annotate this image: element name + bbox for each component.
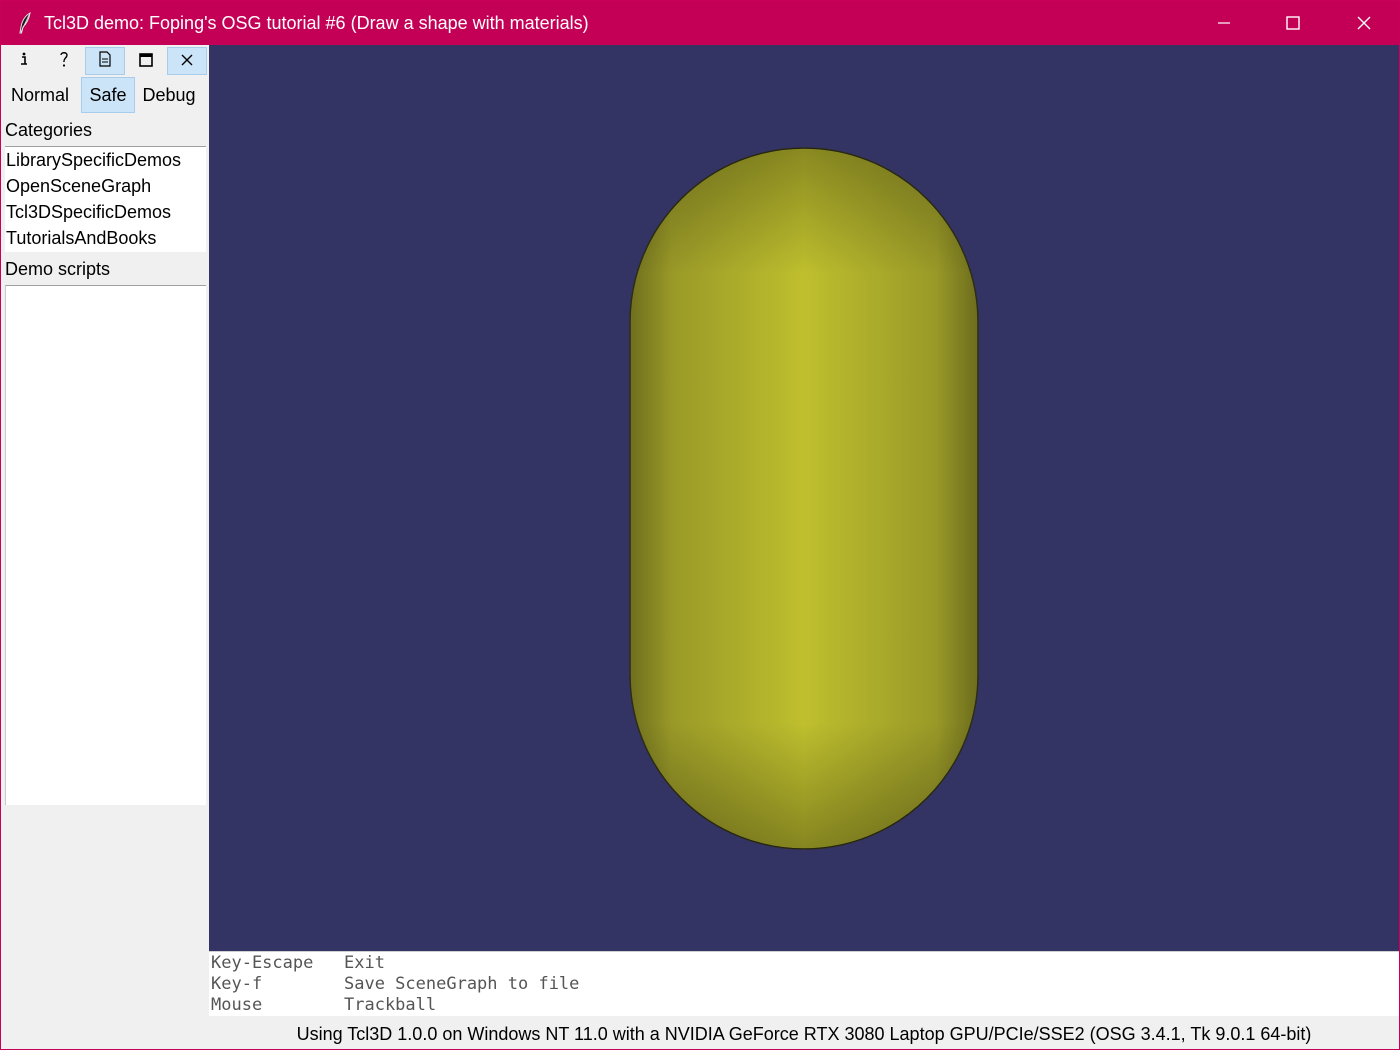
- help-key: Mouse: [211, 995, 263, 1015]
- help-key: Key-Escape: [211, 953, 314, 973]
- document-button[interactable]: [85, 47, 125, 75]
- demo-scripts-label: Demo scripts: [5, 259, 111, 279]
- help-key: Key-f: [211, 974, 263, 994]
- window-button[interactable]: [126, 47, 166, 75]
- status-text: Using Tcl3D 1.0.0 on Windows NT 11.0 wit…: [296, 1023, 1312, 1044]
- help-row: Key-Escape Exit: [211, 953, 1399, 974]
- document-icon: [98, 51, 112, 71]
- close-icon: [180, 52, 194, 71]
- category-item-open-scene-graph[interactable]: OpenSceneGraph: [5, 173, 206, 199]
- demo-scripts-list[interactable]: [5, 285, 206, 805]
- status-bar: Using Tcl3D 1.0.0 on Windows NT 11.0 wit…: [209, 1018, 1399, 1050]
- window-icon: [139, 52, 153, 71]
- icon-toolbar: [4, 47, 208, 75]
- help-action: Trackball: [344, 995, 437, 1015]
- scene-canvas: [629, 147, 979, 850]
- feather-icon: [15, 11, 37, 35]
- category-item-library-specific-demos[interactable]: LibrarySpecificDemos: [5, 147, 206, 173]
- category-item-tcl3d-specific-demos[interactable]: Tcl3DSpecificDemos: [5, 199, 206, 225]
- categories-label: Categories: [5, 120, 93, 140]
- help-row: Mouse Trackball: [211, 995, 1399, 1016]
- mode-normal-button[interactable]: Normal: [5, 77, 75, 113]
- maximize-icon: [1285, 15, 1301, 31]
- mode-selector: Normal Safe Debug: [2, 77, 208, 113]
- info-icon: [18, 51, 30, 71]
- category-item-tutorials-and-books[interactable]: TutorialsAndBooks: [5, 225, 206, 251]
- title-bar[interactable]: Tcl3D demo: Foping's OSG tutorial #6 (Dr…: [1, 1, 1399, 45]
- window-title: Tcl3D demo: Foping's OSG tutorial #6 (Dr…: [44, 13, 589, 33]
- help-icon: [58, 50, 70, 72]
- minimize-icon: [1216, 15, 1232, 31]
- sidebar: Normal Safe Debug Categories LibrarySpec…: [2, 45, 208, 1049]
- close-window-button[interactable]: [1329, 1, 1399, 45]
- help-action: Exit: [344, 953, 385, 973]
- help-button[interactable]: [44, 47, 84, 75]
- mode-safe-button[interactable]: Safe: [81, 77, 135, 113]
- close-demo-button[interactable]: [167, 47, 207, 75]
- maximize-button[interactable]: [1258, 1, 1328, 45]
- mode-debug-button[interactable]: Debug: [137, 77, 201, 113]
- help-row: Key-f Save SceneGraph to file: [211, 974, 1399, 995]
- categories-list[interactable]: LibrarySpecificDemos OpenSceneGraph Tcl3…: [5, 146, 206, 252]
- minimize-button[interactable]: [1189, 1, 1259, 45]
- close-icon: [1356, 15, 1372, 31]
- osg-viewport[interactable]: [209, 45, 1399, 951]
- help-text-box: Key-Escape Exit Key-f Save SceneGraph to f…: [209, 951, 1399, 1016]
- app-window: Tcl3D demo: Foping's OSG tutorial #6 (Dr…: [0, 0, 1400, 1050]
- info-button[interactable]: [4, 47, 44, 75]
- help-action: Save SceneGraph to file: [344, 974, 580, 994]
